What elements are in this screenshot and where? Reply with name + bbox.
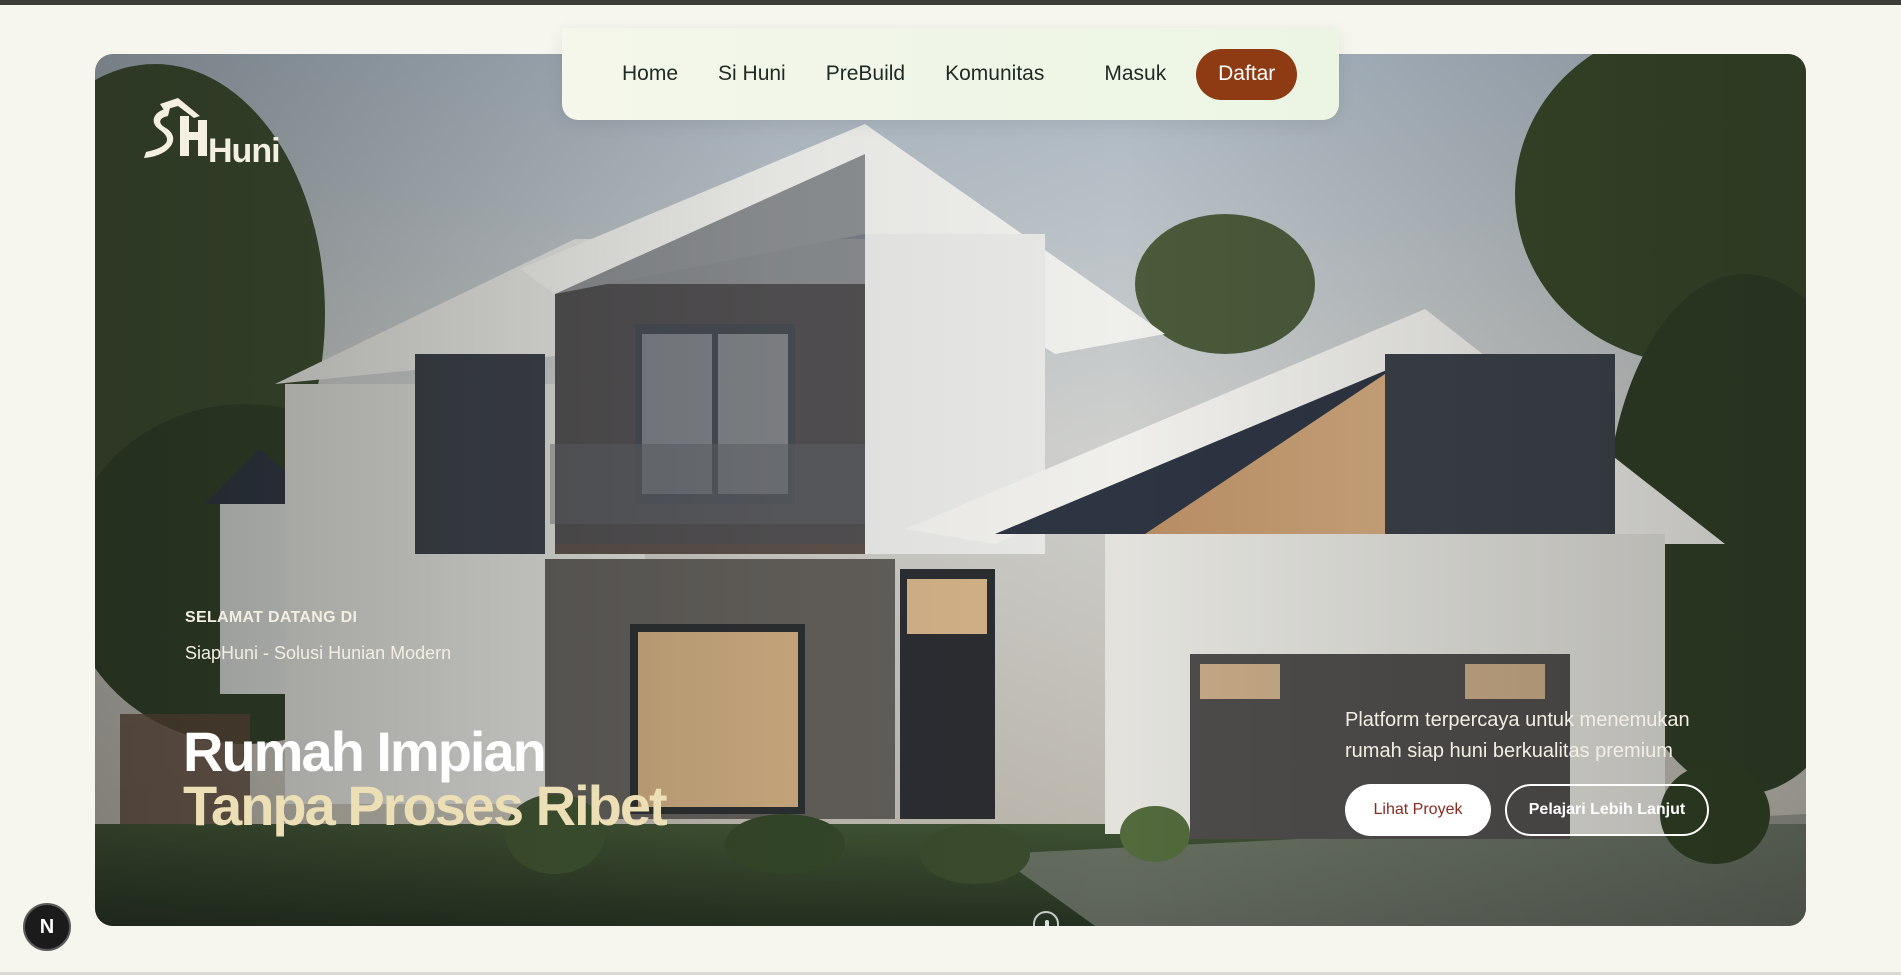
dev-tools-badge[interactable]: N [23,903,71,951]
scroll-wheel [1045,920,1049,926]
nav-item-si-huni[interactable]: Si Huni [718,62,786,86]
logo-text: Huni [208,132,281,170]
nav-item-home[interactable]: Home [622,62,678,86]
register-button[interactable]: Daftar [1196,48,1298,100]
nav-item-komunitas[interactable]: Komunitas [945,62,1044,86]
view-projects-button[interactable]: Lihat Proyek [1345,784,1491,836]
hero-subtitle: SiapHuni - Solusi Hunian Modern [185,643,452,663]
hero-headline-line1: Rumah Impian [183,720,547,783]
welcome-eyebrow: SELAMAT DATANG DI [185,609,358,626]
brand-logo[interactable]: Huni [140,96,281,170]
hero-headline-line2: Tanpa Proses Ribet [183,774,668,837]
top-strip [0,0,1901,5]
top-navigation: Home Si Huni PreBuild Komunitas Masuk Da… [562,28,1339,120]
nav-item-prebuild[interactable]: PreBuild [826,62,905,86]
learn-more-button[interactable]: Pelajari Lebih Lanjut [1505,784,1709,836]
hero-tagline: Platform terpercaya untuk menemukan ruma… [1345,709,1690,762]
nav-item-masuk[interactable]: Masuk [1104,62,1166,86]
